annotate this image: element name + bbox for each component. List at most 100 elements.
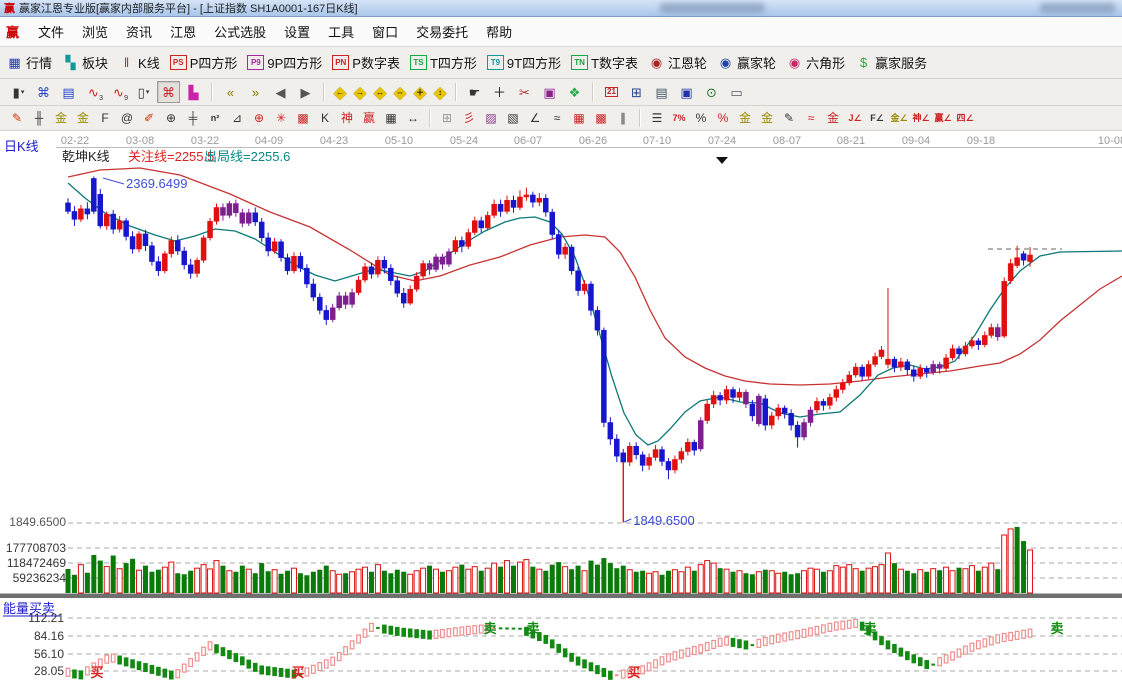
menu-item-0[interactable]: 文件 (29, 25, 73, 40)
f10-info-icon[interactable]: ▤ (57, 81, 80, 103)
magic-frame-icon[interactable]: ▣ (538, 81, 561, 103)
winner-wheel-button[interactable]: ◉ 赢家轮 (717, 53, 776, 72)
p-square-button[interactable]: PS P四方形 (169, 53, 237, 72)
pan-left-icon[interactable]: ◆ ← (331, 83, 349, 101)
parallel-lines-icon[interactable]: ∥ (613, 109, 633, 128)
red-box-web-icon[interactable]: ▩ (293, 109, 313, 128)
9p-square-button[interactable]: P9 9P四方形 (247, 53, 322, 72)
frame-select-icon[interactable]: ⊞ (437, 109, 457, 128)
last-kline-icon[interactable]: » (244, 81, 267, 103)
circle-grid-icon[interactable]: ⊕ (161, 109, 181, 128)
angle-line-icon[interactable]: ∠ (525, 109, 545, 128)
ruler-123-icon[interactable]: ▦ (381, 109, 401, 128)
ying-angle-icon[interactable]: 赢∠ (933, 109, 953, 128)
fan-boxed-icon[interactable]: ▨ (481, 109, 501, 128)
volume-bar (116, 568, 123, 594)
date-tick-10: 07-24 (708, 135, 736, 147)
sectors-button[interactable]: ▚ 板块 (62, 53, 109, 72)
candle-body (555, 234, 562, 255)
red-fan-icon[interactable]: 彡 (459, 109, 479, 128)
9t-square-button[interactable]: T9 9T四方形 (486, 53, 561, 72)
menu-item-3[interactable]: 江恩 (161, 25, 205, 40)
color-histogram-icon[interactable]: ▙ (182, 81, 205, 103)
cycle-analysis-icon[interactable]: ⌘ (32, 81, 55, 103)
quotes-button[interactable]: ▦ 行情 (6, 53, 52, 72)
menu-item-1[interactable]: 浏览 (73, 25, 117, 40)
timer-tool-icon[interactable]: ⊙ (700, 81, 723, 103)
p-number-table-button[interactable]: PN P数字表 (332, 53, 400, 72)
kline-button[interactable]: ‖ K线 (118, 53, 160, 72)
seven-percent-icon[interactable]: 7% (669, 109, 689, 128)
compress-x-icon[interactable]: ◆ ⇔ (391, 83, 409, 101)
hand-drag-icon[interactable]: ☛ (463, 81, 486, 103)
wave-lines-icon[interactable]: ≈ (801, 109, 821, 128)
zoom-out-all-icon[interactable]: ◆ ↕ (431, 83, 449, 101)
candle-type-dropdown-icon[interactable]: ▯ ▾ (132, 81, 155, 103)
width-measure-icon[interactable]: ↔ (403, 109, 423, 128)
percent-icon[interactable]: % (691, 109, 711, 128)
next-kline-icon[interactable]: ▶ (294, 81, 317, 103)
calculator-icon[interactable]: ⊞ (625, 81, 648, 103)
grid-comb-icon[interactable]: ╫ (29, 109, 49, 128)
pen-tool-icon[interactable]: ✎ (7, 109, 27, 128)
price-bars-icon[interactable]: ☰ (647, 109, 667, 128)
gold-grid-b-icon[interactable]: 金 (73, 109, 93, 128)
crosshair-icon[interactable]: ＋ (488, 81, 511, 103)
pan-right-icon[interactable]: ◆ → (351, 83, 369, 101)
red-star-web-icon[interactable]: ✳ (271, 109, 291, 128)
f-square-icon[interactable]: F (95, 109, 115, 128)
shen-angle-icon[interactable]: 神∠ (911, 109, 931, 128)
ying-tool-icon[interactable]: 赢 (359, 109, 379, 128)
energy-bar-up (1001, 632, 1007, 643)
menu-item-6[interactable]: 工具 (319, 25, 363, 40)
zoom-region-icon[interactable]: ✂ (513, 81, 536, 103)
expand-x-icon[interactable]: ◆ ↔ (371, 83, 389, 101)
red-grid-icon[interactable]: ▦ (569, 109, 589, 128)
red-target-icon[interactable]: ⊕ (249, 109, 269, 128)
si-angle-icon[interactable]: 四∠ (955, 109, 975, 128)
kline-chart[interactable]: 02-22 03-08 03-22 04-09 04-23 05-10 05-24 06-07… (0, 131, 1122, 681)
calendar-21-icon[interactable]: 21 (600, 81, 623, 103)
menu-item-2[interactable]: 资讯 (117, 25, 161, 40)
shen-tool-icon[interactable]: 神 (337, 109, 357, 128)
kline-period-dropdown-icon[interactable]: ▮ ▾ (7, 81, 30, 103)
j-angle-icon[interactable]: J∠ (845, 109, 865, 128)
n-squared-icon[interactable]: n² (205, 109, 225, 128)
memo-pad-icon[interactable]: ▤ (650, 81, 673, 103)
menu-item-5[interactable]: 设置 (275, 25, 319, 40)
zoom-in-all-icon[interactable]: ◆ ＋ (411, 83, 429, 101)
fan-dark-icon[interactable]: ▧ (503, 109, 523, 128)
tick-comb-icon[interactable]: ╪ (183, 109, 203, 128)
qiankun-kline-toggle-icon[interactable]: ⌘ (157, 81, 180, 103)
wave-9-icon[interactable]: ∿ 9 (107, 81, 130, 103)
f-angle-icon[interactable]: F∠ (867, 109, 887, 128)
mirror-angle-icon[interactable]: ⊿ (227, 109, 247, 128)
menu-item-7[interactable]: 窗口 (363, 25, 407, 40)
gold-circle-icon[interactable]: 金 (735, 109, 755, 128)
gold-red-icon[interactable]: 金 (823, 109, 843, 128)
winner-service-button[interactable]: $ 赢家服务 (855, 53, 927, 72)
gold-grid-a-icon[interactable]: 金 (51, 109, 71, 128)
menu-item-4[interactable]: 公式选股 (205, 25, 275, 40)
printer-icon[interactable]: ▭ (725, 81, 748, 103)
gold-angle-icon[interactable]: 金∠ (889, 109, 909, 128)
gann-wheel-button[interactable]: ◉ 江恩轮 (648, 53, 707, 72)
pen-angle-icon[interactable]: ✐ (139, 109, 159, 128)
wave-3-icon[interactable]: ∿ 3 (82, 81, 105, 103)
t-number-table-button[interactable]: TN T数字表 (571, 53, 638, 72)
menu-item-9[interactable]: 帮助 (477, 25, 521, 40)
gold-lines-icon[interactable]: 金 (757, 109, 777, 128)
pen-flag-icon[interactable]: ✎ (779, 109, 799, 128)
save-icon[interactable]: ▣ (675, 81, 698, 103)
spiral-icon[interactable]: @ (117, 109, 137, 128)
red-grid-2-icon[interactable]: ▩ (591, 109, 611, 128)
k-mark-icon[interactable]: K (315, 109, 335, 128)
percent-line-icon[interactable]: % (713, 109, 733, 128)
first-kline-icon[interactable]: « (219, 81, 242, 103)
puzzle-tool-icon[interactable]: ❖ (563, 81, 586, 103)
t-square-button[interactable]: TS T四方形 (409, 53, 477, 72)
zigzag-icon[interactable]: ≈ (547, 109, 567, 128)
menu-item-8[interactable]: 交易委托 (407, 25, 477, 40)
prev-kline-icon[interactable]: ◀ (269, 81, 292, 103)
hexagon-button[interactable]: ◉ 六角形 (786, 53, 845, 72)
